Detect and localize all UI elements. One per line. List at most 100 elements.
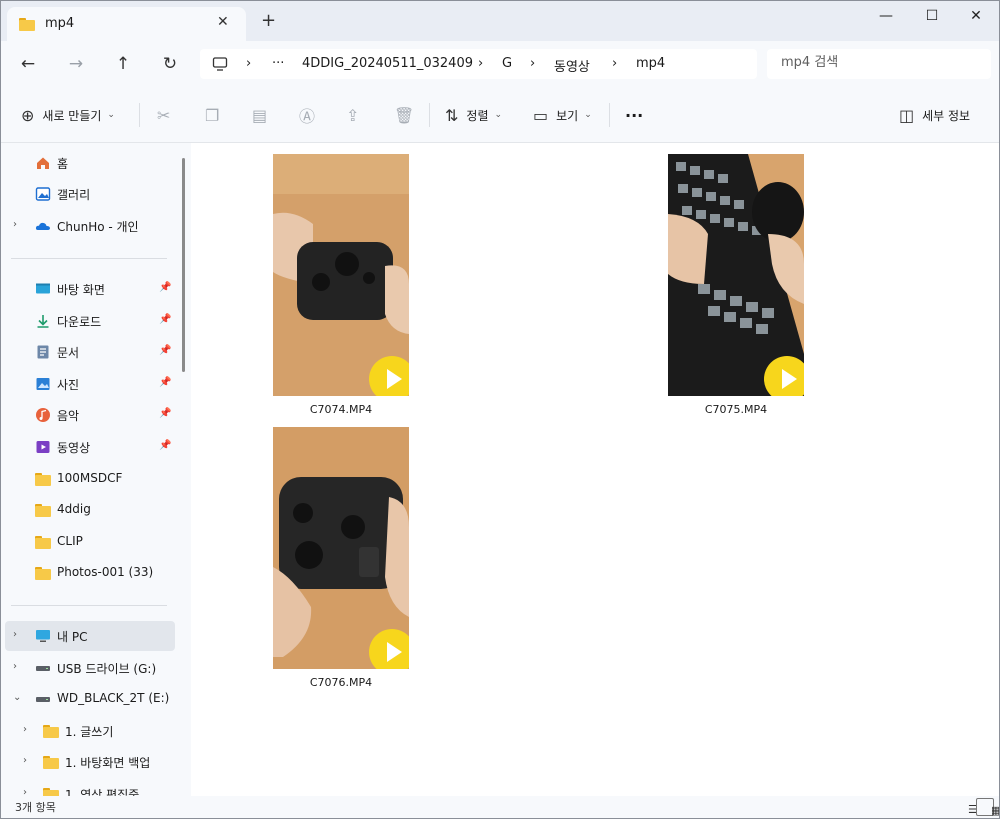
back-button[interactable]: ← [17, 53, 39, 75]
rename-icon: Ⓐ [299, 107, 316, 126]
forward-button[interactable]: → [65, 53, 87, 75]
share-button[interactable]: ⇪ [346, 104, 367, 126]
more-options-button[interactable]: ··· [625, 104, 643, 126]
sidebar-item-label: 동영상 [57, 441, 91, 455]
chevron-right-icon: › [13, 219, 17, 230]
sidebar-item-label: 문서 [57, 346, 80, 360]
folder-icon [35, 504, 51, 520]
details-view-button[interactable]: ☰ [954, 798, 978, 816]
scissors-icon: ✂ [157, 105, 171, 125]
plus-circle-icon: ⊕ [21, 105, 35, 125]
breadcrumb-mp4[interactable]: mp4 [636, 56, 665, 71]
sidebar-item-label: ChunHo - 개인 [57, 220, 139, 234]
copy-button[interactable]: ❐ [205, 104, 227, 126]
sidebar-item-videos[interactable]: 동영상 📌 [1, 432, 175, 462]
cut-button[interactable]: ✂ [157, 104, 178, 126]
play-icon [369, 629, 409, 669]
video-thumbnail [668, 154, 804, 396]
tab-mp4[interactable]: mp4 ✕ [7, 7, 246, 41]
sidebar-item-clip[interactable]: CLIP [1, 527, 175, 557]
sidebar-item-writing[interactable]: › 1. 글쓰기 [1, 716, 175, 746]
details-pane-icon: ◫ [899, 105, 915, 125]
sidebar-item-photos-001[interactable]: Photos-001 (33) [1, 558, 175, 588]
sort-label: 정렬 [466, 108, 489, 123]
search-input[interactable] [781, 55, 981, 70]
tab-close-button[interactable]: ✕ [217, 14, 229, 30]
chevron-right-icon: › [23, 787, 27, 796]
sidebar-scrollbar[interactable] [182, 158, 185, 372]
file-list: C7074.MP4 C7075.MP4 C7076.MP4 [191, 143, 999, 796]
play-icon [369, 356, 409, 396]
breadcrumb-more[interactable]: ··· [272, 56, 284, 71]
breadcrumb-videos[interactable]: 동영상 [554, 56, 590, 75]
breadcrumb-4ddig[interactable]: 4DDIG_20240511_032409 [302, 56, 473, 71]
video-thumbnail [273, 154, 409, 396]
copy-icon: ❐ [205, 105, 220, 125]
sidebar-item-label: 100MSDCF [57, 471, 123, 485]
details-label: 세부 정보 [922, 108, 971, 123]
sidebar-item-pictures[interactable]: 사진 📌 [1, 369, 175, 399]
refresh-button[interactable]: ↻ [159, 53, 181, 75]
sidebar-item-onedrive[interactable]: › ChunHo - 개인 [1, 211, 175, 241]
search-box[interactable] [767, 49, 991, 79]
sidebar-item-this-pc[interactable]: › 내 PC [5, 621, 175, 651]
status-bar: 3개 항목 ☰ ▦ [1, 796, 999, 818]
sidebar-item-label: Photos-001 (33) [57, 565, 154, 579]
pin-icon: 📌 [159, 408, 172, 419]
folder-icon [43, 756, 59, 772]
sidebar-item-music[interactable]: 음악 📌 [1, 400, 175, 430]
grid-icon: ▦ [991, 802, 999, 818]
sidebar-item-usb-drive[interactable]: › USB 드라이브 (G:) [1, 653, 175, 683]
details-pane-button[interactable]: ◫ 세부 정보 [899, 104, 970, 126]
maximize-button[interactable]: ☐ [909, 1, 955, 31]
sidebar-item-100msdcf[interactable]: 100MSDCF [1, 464, 175, 494]
divider [609, 103, 610, 127]
drive-icon [36, 666, 50, 671]
sidebar-item-label: 음악 [57, 409, 80, 423]
chevron-right-icon: › [23, 755, 27, 766]
sidebar-item-wd-black[interactable]: ⌄ WD_BLACK_2T (E:) [1, 684, 175, 714]
large-icons-view-button[interactable]: ▦ [976, 798, 999, 817]
sidebar-item-label: USB 드라이브 (G:) [57, 662, 157, 676]
file-item-c7075[interactable]: C7075.MP4 [656, 154, 816, 424]
chevron-down-icon: ⌄ [13, 692, 22, 703]
sidebar-item-4ddig[interactable]: 4ddig [1, 495, 175, 525]
view-button[interactable]: ▭ 보기 ⌄ [533, 104, 592, 126]
new-tab-button[interactable]: + [261, 12, 276, 30]
delete-button[interactable]: 🗑 [394, 104, 422, 126]
file-item-c7074[interactable]: C7074.MP4 [261, 154, 421, 424]
sidebar-item-gallery[interactable]: 갤러리 [1, 179, 175, 209]
sidebar-item-documents[interactable]: 문서 📌 [1, 337, 175, 367]
new-button[interactable]: ⊕ 새로 만들기 ⌄ [21, 104, 115, 126]
pictures-icon [36, 378, 50, 390]
up-button[interactable]: ↑ [112, 53, 134, 75]
pin-icon: 📌 [159, 377, 172, 388]
rename-button[interactable]: Ⓐ [299, 104, 323, 126]
drive-icon [36, 697, 50, 702]
tab-title: mp4 [45, 16, 75, 31]
chevron-right-icon: › [612, 56, 618, 71]
sidebar-item-label: 다운로드 [57, 315, 102, 329]
folder-icon [35, 567, 51, 583]
trash-icon: 🗑 [394, 105, 415, 125]
gallery-icon [35, 187, 51, 201]
sidebar-item-desktop[interactable]: 바탕 화면 📌 [1, 274, 175, 304]
sort-button[interactable]: ⇅ 정렬 ⌄ [445, 104, 502, 126]
folder-icon [35, 536, 51, 552]
breadcrumb-g[interactable]: G [502, 56, 512, 71]
minimize-button[interactable]: — [863, 1, 909, 31]
paste-button[interactable]: ▤ [252, 104, 275, 126]
file-item-c7076[interactable]: C7076.MP4 [261, 427, 421, 697]
folder-icon [43, 788, 59, 796]
sidebar-item-home[interactable]: 홈 [1, 148, 175, 178]
pin-icon: 📌 [159, 282, 172, 293]
divider [429, 103, 430, 127]
sidebar-item-label: 1. 글쓰기 [65, 725, 114, 739]
file-name: C7075.MP4 [704, 403, 768, 416]
sidebar-item-downloads[interactable]: 다운로드 📌 [1, 306, 175, 336]
address-bar[interactable]: › ··· 4DDIG_20240511_032409 › G › 동영상 › … [200, 49, 757, 79]
sidebar-item-desktop-backup[interactable]: › 1. 바탕화면 백업 [1, 747, 175, 777]
sidebar-item-label: 갤러리 [57, 188, 91, 202]
sidebar-item-video-editing[interactable]: › 1. 영상 편집중 [1, 779, 175, 796]
close-button[interactable]: ✕ [953, 1, 999, 31]
